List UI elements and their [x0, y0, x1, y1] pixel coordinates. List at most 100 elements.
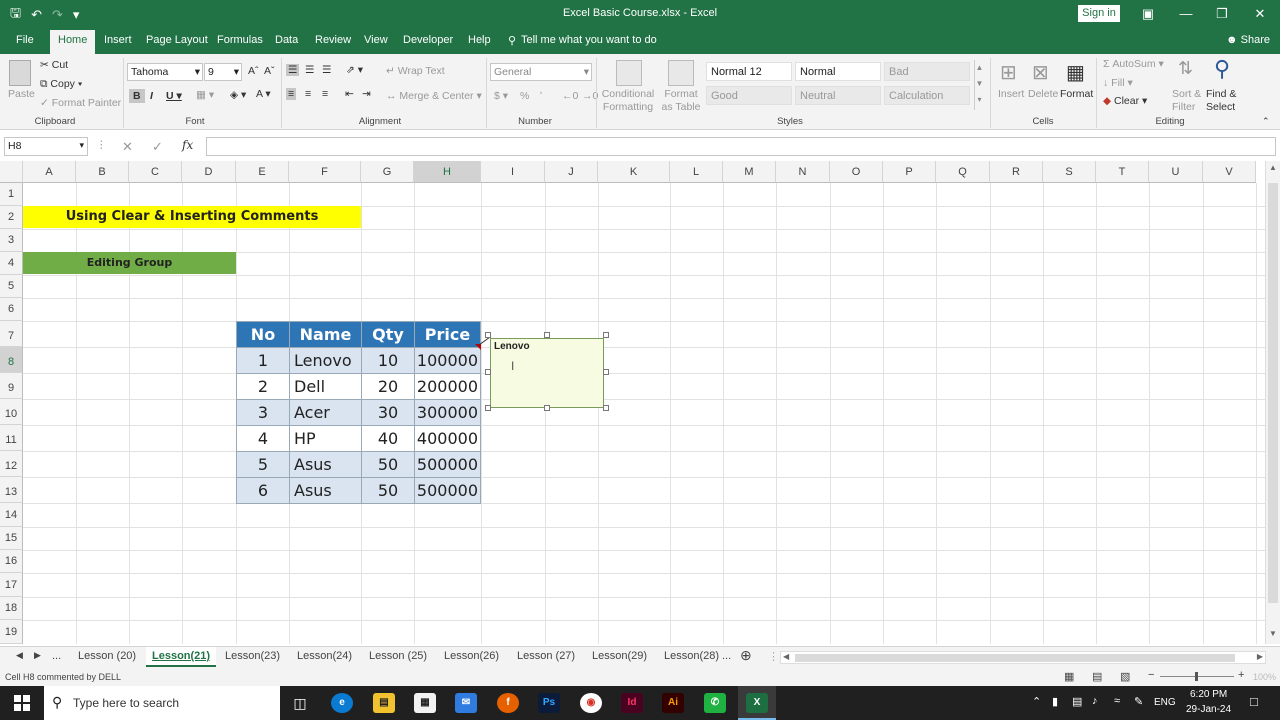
table-cell[interactable]: Lenovo [289, 347, 362, 374]
fill-button[interactable]: ↓ Fill ▾ [1103, 77, 1133, 89]
row-header-3[interactable]: 3 [0, 229, 23, 252]
column-header-h[interactable]: H [414, 161, 481, 183]
increase-indent-icon[interactable]: ⇥ [362, 88, 371, 100]
tab-formulas[interactable]: Formulas [217, 34, 263, 46]
tab-page-layout[interactable]: Page Layout [146, 34, 208, 46]
delete-cells-icon[interactable]: ⊠ [1032, 60, 1049, 85]
sort-filter-icon[interactable]: ⇅ [1178, 58, 1193, 79]
page-break-view-icon[interactable]: ▧ [1120, 670, 1130, 683]
number-format-box[interactable]: General ▾ [490, 63, 592, 81]
language-indicator[interactable]: ENG [1154, 697, 1176, 708]
table-cell[interactable]: Acer [289, 399, 362, 426]
row-header-12[interactable]: 12 [0, 451, 23, 477]
scroll-up-icon[interactable]: ▲ [1269, 163, 1277, 172]
sheet-tab[interactable]: Lesson (20) [78, 650, 136, 662]
formula-input[interactable] [206, 137, 1276, 156]
resize-handle[interactable] [603, 405, 609, 411]
comment-text[interactable]: Lenovo [494, 341, 530, 352]
column-header-q[interactable]: Q [936, 161, 990, 183]
column-header-i[interactable]: I [481, 161, 545, 183]
comma-icon[interactable]: ʹ [540, 90, 542, 102]
column-header-e[interactable]: E [236, 161, 289, 183]
horizontal-scroll-thumb[interactable] [795, 654, 1235, 662]
table-cell[interactable]: 5 [236, 451, 290, 478]
resize-handle[interactable] [485, 332, 491, 338]
increase-font-icon[interactable]: Aˆ [248, 65, 259, 77]
editing-group-banner[interactable]: Editing Group [23, 252, 236, 274]
clear-button[interactable]: ◆ Clear ▾ [1103, 95, 1147, 107]
clock-time[interactable]: 6:20 PM [1190, 689, 1227, 700]
zoom-level[interactable]: 100% [1253, 672, 1276, 682]
table-cell[interactable]: 10 [361, 347, 415, 374]
row-header-14[interactable]: 14 [0, 503, 23, 527]
align-right-icon[interactable]: ≡ [322, 88, 328, 100]
normal-view-icon[interactable]: ▦ [1064, 670, 1074, 683]
bold-button[interactable]: B [129, 89, 145, 103]
tab-insert[interactable]: Insert [104, 34, 132, 46]
show-hidden-icons[interactable]: ⌃ [1032, 695, 1041, 708]
row-header-16[interactable]: 16 [0, 550, 23, 573]
resize-handle[interactable] [544, 405, 550, 411]
insert-cells-button[interactable]: Insert [998, 88, 1024, 100]
sheet-tab[interactable]: Lesson (25) [369, 650, 427, 662]
tab-view[interactable]: View [364, 34, 388, 46]
more-sheets-right[interactable]: ... [722, 650, 731, 662]
confirm-entry-icon[interactable]: ✓ [152, 139, 163, 155]
column-header-j[interactable]: J [545, 161, 598, 183]
photoshop-icon[interactable]: Ps [538, 693, 560, 713]
row-header-9[interactable]: 9 [0, 373, 23, 399]
row-header-5[interactable]: 5 [0, 275, 23, 298]
table-cell[interactable]: Asus [289, 451, 362, 478]
increase-decimal-icon[interactable]: ←0 [562, 90, 578, 102]
merge-center-button[interactable]: ↔ Merge & Center ▾ [386, 90, 482, 102]
style-calculation[interactable]: Calculation [884, 86, 970, 105]
wrap-text-button[interactable]: ↵ Wrap Text [386, 65, 445, 77]
taskbar-search-box[interactable]: ⚲ Type here to search [44, 686, 280, 720]
store-icon[interactable]: ▦ [414, 693, 436, 713]
delete-cells-button[interactable]: Delete [1028, 88, 1058, 100]
comment-box[interactable]: Lenovo I [490, 338, 604, 408]
italic-button[interactable]: I [150, 90, 153, 102]
volume-icon[interactable]: ♪ [1092, 695, 1098, 707]
insert-cells-icon[interactable]: ⊞ [1000, 60, 1017, 85]
style-bad[interactable]: Bad [884, 62, 970, 81]
scroll-right-icon[interactable]: ▶ [1257, 652, 1263, 661]
percent-icon[interactable]: % [520, 90, 529, 102]
copy-button[interactable]: ⧉ Copy ▾ [40, 78, 82, 91]
row-header-6[interactable]: 6 [0, 298, 23, 321]
column-header-d[interactable]: D [182, 161, 236, 183]
sheet-tab[interactable]: Lesson(28) [664, 650, 719, 662]
table-cell[interactable]: 50 [361, 477, 415, 504]
style-good[interactable]: Good [706, 86, 792, 105]
resize-handle[interactable] [603, 369, 609, 375]
decrease-indent-icon[interactable]: ⇤ [345, 88, 354, 100]
zoom-slider-thumb[interactable] [1195, 672, 1198, 681]
format-cells-button[interactable]: Format [1060, 88, 1093, 100]
paste-icon[interactable] [9, 60, 31, 86]
more-sheets-left[interactable]: ... [52, 650, 61, 662]
table-cell[interactable]: 40 [361, 425, 415, 452]
row-header-2[interactable]: 2 [0, 206, 23, 229]
share-button[interactable]: ☻ Share [1226, 34, 1270, 46]
file-explorer-icon[interactable]: ▤ [373, 693, 395, 713]
styles-scroll[interactable]: ▲ ▼ ▾ [974, 60, 984, 110]
windows-start-icon[interactable] [14, 695, 30, 711]
notifications-icon[interactable]: □ [1250, 694, 1258, 709]
table-cell[interactable]: 1 [236, 347, 290, 374]
table-cell[interactable]: 2 [236, 373, 290, 400]
tab-file[interactable]: File [16, 34, 34, 46]
row-header-1[interactable]: 1 [0, 183, 23, 206]
sheet-tab[interactable]: Lesson (27) [517, 650, 575, 662]
maximize-button[interactable]: ❐ [1212, 6, 1232, 22]
font-size-box[interactable]: 9 ▾ [204, 63, 242, 81]
column-header-t[interactable]: T [1096, 161, 1149, 183]
scroll-left-icon[interactable]: ◀ [783, 652, 789, 661]
minimize-button[interactable]: — [1176, 6, 1196, 21]
pen-icon[interactable]: ✎ [1134, 695, 1143, 708]
resize-handle[interactable] [485, 405, 491, 411]
name-box[interactable]: H8 ▾ [4, 137, 88, 156]
currency-icon[interactable]: $ ▾ [494, 90, 508, 102]
borders-icon[interactable]: ▦ ▾ [196, 89, 214, 101]
zoom-out-icon[interactable]: − [1148, 669, 1154, 681]
column-header-p[interactable]: P [883, 161, 936, 183]
